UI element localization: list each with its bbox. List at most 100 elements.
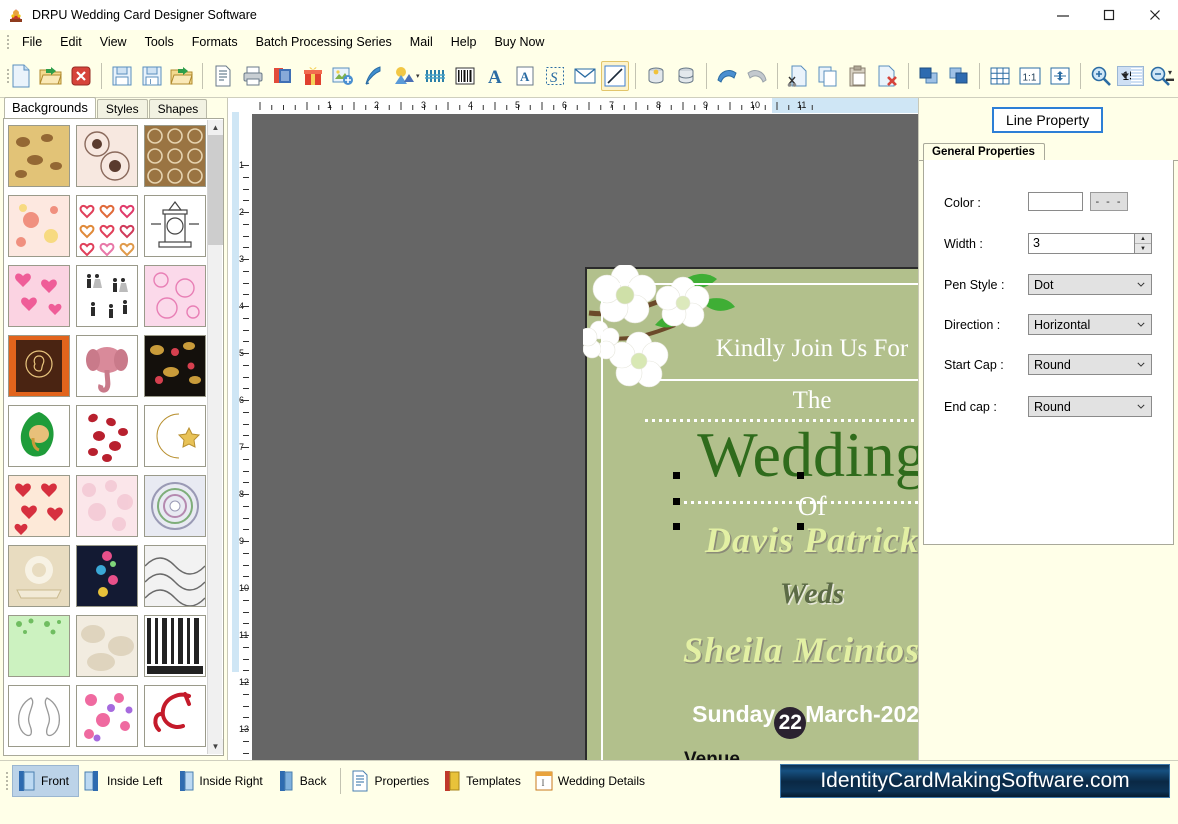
card-groom-name[interactable]: Sheila Mcintosh (587, 629, 918, 671)
tab-backgrounds[interactable]: Backgrounds (4, 97, 96, 118)
zoom-dropdown-caret-icon[interactable] (1120, 73, 1129, 78)
close-document-icon[interactable] (67, 61, 95, 91)
background-thumb-pale-pink-texture[interactable] (76, 475, 138, 537)
menu-grip[interactable] (4, 34, 11, 50)
gift-icon[interactable] (299, 61, 327, 91)
shape-fill-icon[interactable] (389, 61, 417, 91)
card-line-1[interactable]: Kindly Join Us For (587, 335, 918, 363)
wedding-card-design[interactable]: Kindly Join Us For The Wedding Of Davis … (583, 265, 918, 760)
background-thumb-wedding-couple-silhouettes[interactable] (76, 265, 138, 327)
card-stack-icon[interactable] (269, 61, 297, 91)
database-icon[interactable] (642, 61, 670, 91)
selection-handle-nw[interactable] (673, 472, 680, 479)
scrollbar-thumb[interactable] (208, 135, 223, 245)
width-increment-icon[interactable]: ▲ (1135, 234, 1151, 244)
bottom-tab-inside-left[interactable]: Inside Left (79, 765, 171, 797)
width-spinner-buttons[interactable]: ▲ ▼ (1134, 234, 1151, 253)
end-cap-select[interactable]: Round (1028, 396, 1152, 417)
background-thumb-paisley-multicolor[interactable] (8, 755, 70, 756)
bring-front-icon[interactable] (915, 61, 943, 91)
background-thumb-brown-geometric-tiles[interactable] (144, 125, 206, 187)
background-thumb-navy-floral-border[interactable] (76, 545, 138, 607)
width-decrement-icon[interactable]: ▼ (1135, 244, 1151, 253)
background-thumb-beige-floral-doily[interactable] (76, 125, 138, 187)
background-thumb-beige-marble-texture[interactable] (76, 615, 138, 677)
background-thumb-pink-elephant[interactable] (76, 335, 138, 397)
fit-page-icon[interactable] (1046, 61, 1074, 91)
background-thumb-pink-swirl-hearts[interactable] (144, 265, 206, 327)
background-thumb-pink-hearts[interactable] (8, 265, 70, 327)
save-as-icon[interactable]: I (138, 61, 166, 91)
scroll-down-arrow-icon[interactable]: ▼ (208, 739, 223, 754)
card-bride-name[interactable]: Davis Patrick (587, 519, 918, 561)
background-thumb-black-gold-floral[interactable] (144, 335, 206, 397)
background-thumb-cream-rose-frame[interactable] (8, 545, 70, 607)
background-thumb-pastel-pink-flowers[interactable] (8, 195, 70, 257)
start-cap-select[interactable]: Round (1028, 354, 1152, 375)
bottom-action-wedding-details[interactable]: I Wedding Details (530, 765, 654, 797)
insert-image-icon[interactable] (329, 61, 357, 91)
background-thumb-ik-onkar-symbol[interactable] (144, 685, 206, 747)
pen-icon[interactable] (359, 61, 387, 91)
menu-item-view[interactable]: View (91, 32, 136, 52)
scroll-up-arrow-icon[interactable]: ▲ (208, 120, 223, 135)
background-thumb-red-rose-petals[interactable] (76, 405, 138, 467)
cut-icon[interactable] (784, 61, 812, 91)
card-venue-label[interactable]: Venue (587, 749, 837, 760)
background-thumb-pink-butterfly-floral[interactable] (76, 685, 138, 747)
text-icon[interactable]: A (481, 61, 509, 91)
menu-item-batch-processing-series[interactable]: Batch Processing Series (247, 32, 401, 52)
zoom-in-icon[interactable] (1087, 61, 1115, 91)
selected-line-object[interactable] (677, 501, 918, 504)
end-cap-chevron-down-icon[interactable] (1137, 404, 1145, 409)
menu-item-buy-now[interactable]: Buy Now (485, 32, 553, 52)
background-thumb-mandap-line-art[interactable] (144, 195, 206, 257)
line-tool-icon[interactable] (600, 60, 629, 91)
color-swatch-input[interactable] (1028, 192, 1083, 211)
open-folder-icon[interactable] (37, 61, 65, 91)
card-weds-text[interactable]: Weds (587, 577, 918, 611)
color-picker-button[interactable]: - - - (1090, 192, 1128, 211)
bottom-tab-front[interactable]: Front (12, 764, 80, 797)
paste-icon[interactable] (844, 61, 872, 91)
bottom-action-templates[interactable]: Templates (438, 765, 530, 797)
selection-handle-w[interactable] (673, 498, 680, 505)
background-thumb-mandala-circle[interactable] (144, 475, 206, 537)
minimize-button[interactable] (1040, 0, 1086, 30)
background-thumb-black-white-lace-strips[interactable] (144, 615, 206, 677)
bottom-tab-back[interactable]: Back (272, 765, 336, 797)
background-thumb-light-green-splatter[interactable] (8, 615, 70, 677)
background-thumb-heart-outlines-sketch[interactable] (76, 195, 138, 257)
envelope-icon[interactable] (571, 61, 599, 91)
print-preview-icon[interactable] (209, 61, 237, 91)
background-thumb-lavender-floral[interactable] (76, 755, 138, 756)
menu-item-edit[interactable]: Edit (51, 32, 91, 52)
barcode-icon[interactable] (451, 61, 479, 91)
bottom-bar-grip[interactable] (3, 770, 10, 792)
background-thumb-red-hearts-collage[interactable] (8, 475, 70, 537)
direction-chevron-down-icon[interactable] (1137, 322, 1145, 327)
pen-style-chevron-down-icon[interactable] (1137, 282, 1145, 287)
card-of-text[interactable]: Of (587, 491, 918, 522)
background-thumb-dove-outline[interactable] (8, 685, 70, 747)
menu-item-help[interactable]: Help (442, 32, 486, 52)
background-thumb-orange-ganesha-panel[interactable] (8, 335, 70, 397)
bottom-tab-inside-right[interactable]: Inside Right (171, 765, 271, 797)
text-box-icon[interactable]: A (511, 61, 539, 91)
zoom-level-input[interactable]: 150 (1116, 65, 1144, 86)
background-thumb-grey-lace-pattern[interactable] (144, 545, 206, 607)
undo-icon[interactable] (713, 61, 741, 91)
print-icon[interactable] (239, 61, 267, 91)
card-date-line[interactable]: Sunday22March-2020 (587, 701, 918, 739)
background-thumb-crescent-moon-star[interactable] (144, 405, 206, 467)
tab-general-properties[interactable]: General Properties (923, 143, 1045, 161)
pen-style-select[interactable]: Dot (1028, 274, 1152, 295)
selection-handle-n[interactable] (797, 472, 804, 479)
actual-size-icon[interactable]: 1:1 (1016, 61, 1044, 91)
delete-icon[interactable] (874, 61, 902, 91)
tab-styles[interactable]: Styles (96, 99, 148, 118)
maximize-button[interactable] (1086, 0, 1132, 30)
save-icon[interactable] (108, 61, 136, 91)
signature-icon[interactable]: S (541, 61, 569, 91)
card-line-2[interactable]: The (587, 387, 918, 415)
